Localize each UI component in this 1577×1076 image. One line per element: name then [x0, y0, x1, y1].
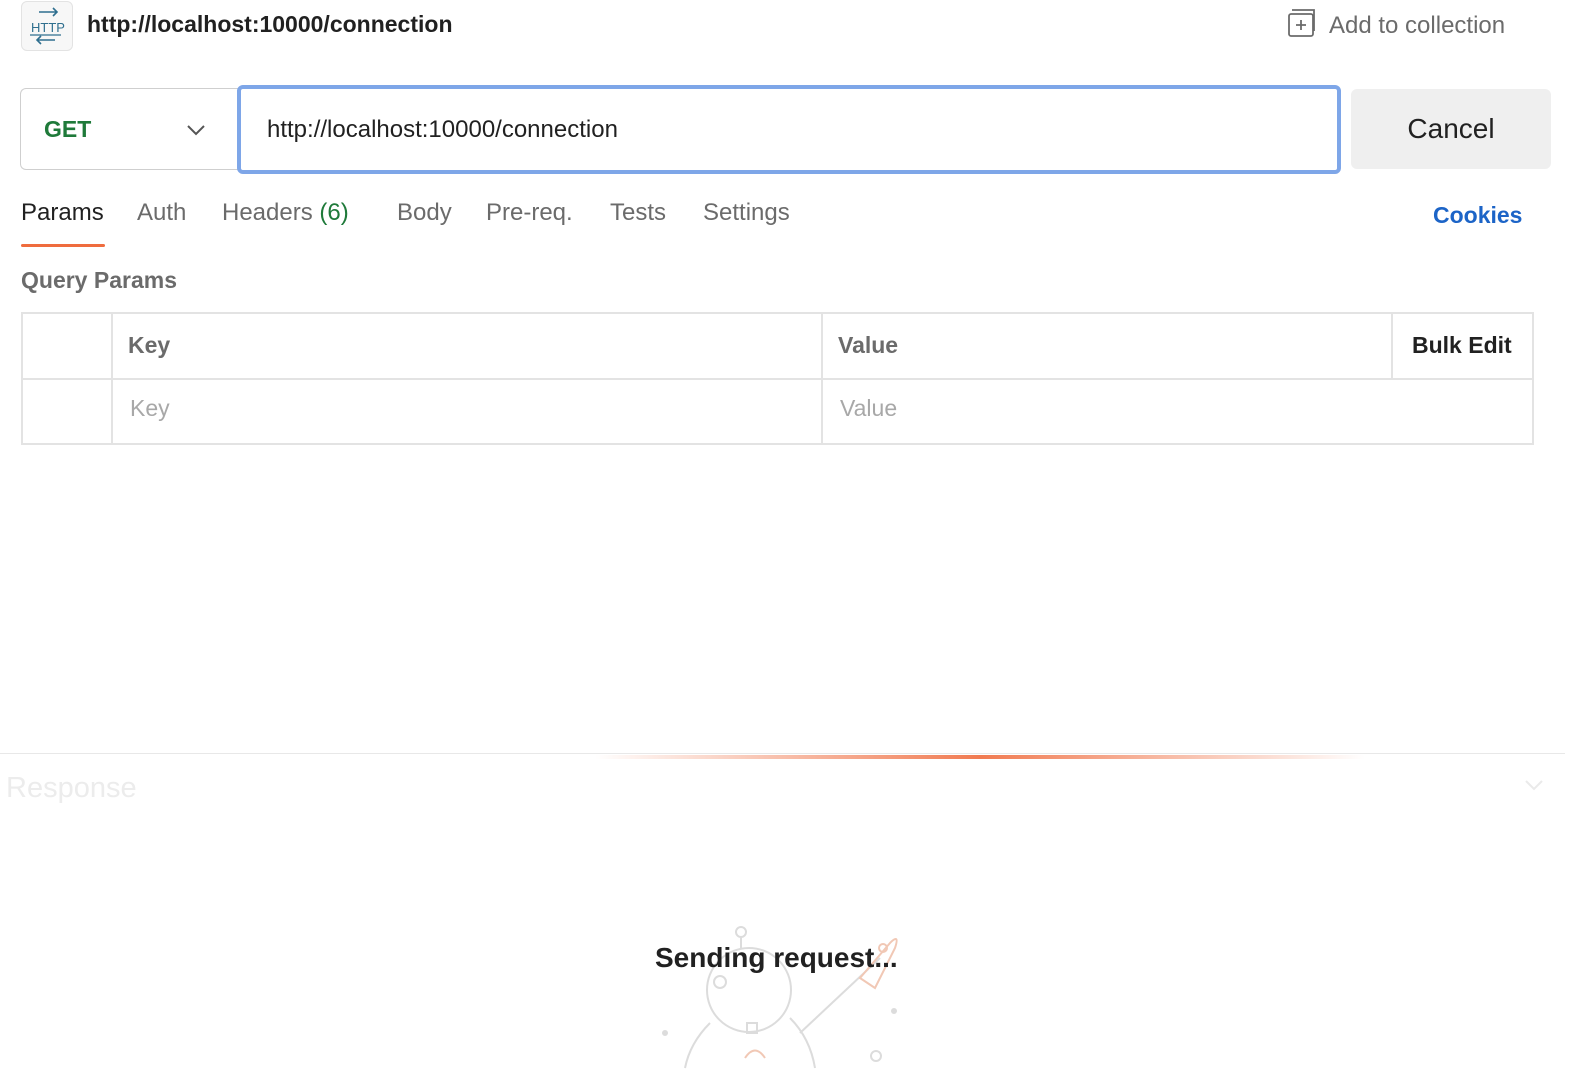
tab-headers-label: Headers	[222, 199, 313, 226]
pane-divider[interactable]	[0, 753, 1565, 754]
tab-headers[interactable]: Headers (6)	[222, 199, 349, 227]
add-to-collection-icon	[1287, 7, 1317, 46]
method-select[interactable]: GET	[20, 88, 250, 170]
table-divider	[1391, 314, 1393, 378]
sending-request-status: Sending request...	[655, 942, 898, 973]
chevron-down-icon	[185, 119, 207, 146]
cookies-link[interactable]: Cookies	[1433, 202, 1522, 229]
request-title: http://localhost:10000/connection	[87, 11, 453, 37]
headers-count-badge: (6)	[319, 199, 349, 226]
active-tab-indicator	[21, 244, 105, 247]
table-row-divider	[23, 378, 1532, 380]
tab-pre-request[interactable]: Pre-req.	[486, 199, 573, 227]
bulk-edit-button[interactable]: Bulk Edit	[1412, 332, 1512, 359]
tab-tests[interactable]: Tests	[610, 199, 666, 227]
add-to-collection-button[interactable]: Add to collection	[1287, 8, 1505, 44]
tab-body[interactable]: Body	[397, 199, 452, 227]
loading-progress-bar	[595, 755, 1365, 759]
method-label: GET	[44, 115, 92, 142]
add-to-collection-label: Add to collection	[1329, 12, 1506, 39]
cancel-button[interactable]: Cancel	[1351, 89, 1551, 169]
chevron-down-icon[interactable]	[1524, 776, 1544, 799]
url-value: http://localhost:10000/connection	[267, 115, 618, 143]
response-title: Response	[6, 772, 137, 804]
tab-params[interactable]: Params	[21, 199, 104, 227]
query-params-title: Query Params	[21, 267, 177, 293]
url-input[interactable]: http://localhost:10000/connection	[237, 85, 1341, 174]
http-badge-text: HTTP	[31, 20, 65, 35]
column-header-value: Value	[838, 332, 899, 358]
value-input[interactable]: Value	[840, 395, 897, 422]
query-params-table: Key Value Bulk Edit Key Value	[21, 312, 1534, 445]
tab-auth[interactable]: Auth	[137, 199, 186, 227]
column-header-key: Key	[128, 332, 171, 358]
tab-settings[interactable]: Settings	[703, 199, 790, 227]
key-input[interactable]: Key	[130, 395, 170, 422]
http-request-icon: HTTP	[21, 1, 73, 51]
